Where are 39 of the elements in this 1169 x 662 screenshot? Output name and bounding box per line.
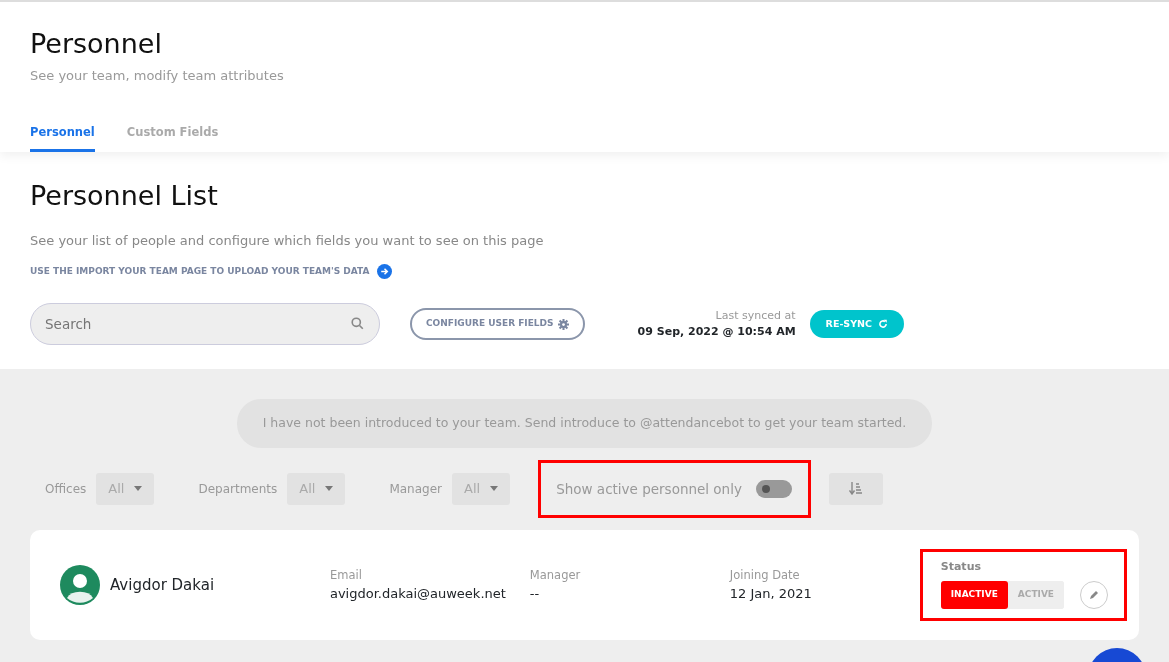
status-option[interactable]: INACTIVE (940, 581, 1008, 609)
gear-icon (557, 318, 569, 330)
sync-time: 09 Sep, 2022 @ 10:54 AM (637, 324, 796, 341)
field-label: Email (329, 566, 363, 584)
toggle-label: Show active personnel only (556, 479, 742, 499)
sort-icon (848, 482, 863, 496)
toggle-switch[interactable] (755, 479, 792, 498)
caret-icon (134, 486, 143, 492)
person-name: Avigdor Dakai (110, 574, 216, 596)
filter-dropdown[interactable]: All (287, 473, 346, 505)
resync-button[interactable]: RE-SYNC (809, 309, 904, 339)
field-value: avigdor.dakai@auweek.net (329, 584, 507, 603)
search-icon (351, 317, 364, 331)
avatar-icon (60, 565, 100, 606)
configure-fields-button[interactable]: CONFIGURE USER FIELDS (410, 308, 585, 340)
search-field[interactable]: Search (30, 303, 380, 346)
caret-icon (325, 486, 334, 492)
field-label: Joining Date (729, 566, 801, 584)
page-subtitle: See your team, modify team attributes (30, 67, 285, 86)
field-value: -- (529, 584, 541, 603)
status-label: Status (940, 559, 982, 576)
tab[interactable]: Custom Fields (126, 123, 219, 153)
filter-label: Manager (389, 480, 442, 498)
notice-banner: I have not been introduced to your team. Send introduce to @attendancebot to get your team started. (236, 399, 933, 448)
import-link[interactable]: USE THE IMPORT YOUR TEAM PAGE TO UPLOAD YOUR TEAM'S DATA (30, 264, 370, 279)
caret-icon (490, 486, 499, 492)
arrow-right-icon (376, 264, 392, 280)
filter-dropdown[interactable]: All (452, 473, 511, 505)
refresh-icon (878, 319, 888, 330)
filter-dropdown[interactable]: All (96, 473, 155, 505)
pencil-icon (1089, 589, 1099, 600)
sync-label: Last synced at (714, 307, 796, 324)
page-title: Personnel (30, 28, 163, 61)
section-title: Personnel List (30, 180, 219, 213)
section-description: See your list of people and configure which fields you want to see on this page (30, 231, 545, 250)
field-label: Manager (529, 566, 582, 584)
filter-label: Offices (45, 480, 87, 498)
field-value: 12 Jan, 2021 (729, 584, 813, 603)
filter-label: Departments (198, 480, 278, 498)
